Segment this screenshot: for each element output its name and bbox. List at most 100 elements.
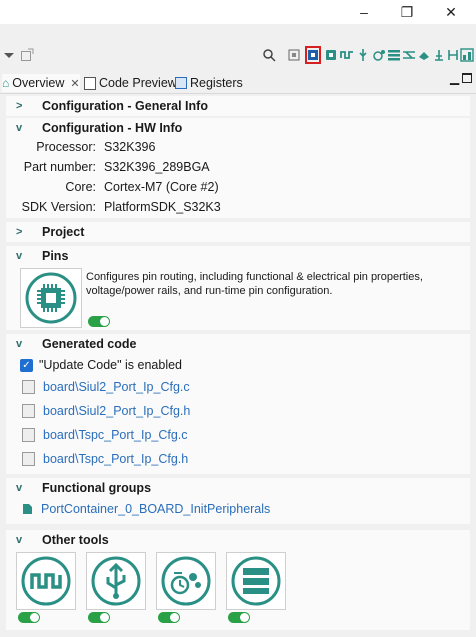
generated-file-item: board\Siul2_Port_Ip_Cfg.c [22,380,190,394]
registers-tool-card[interactable] [226,552,286,610]
generated-file-item: board\Tspc_Port_Ip_Cfg.h [22,452,188,466]
search-icon[interactable] [262,48,276,62]
other-tools-header[interactable]: v Other tools [16,533,109,547]
functional-groups-header[interactable]: v Functional groups [16,481,151,495]
chevron-down-icon: v [16,482,23,494]
anchor-icon[interactable] [432,48,446,62]
editor-tabs: ⌂ Overview ✕ Code Preview Registers ▁ [0,71,476,94]
file-icon [22,452,35,466]
functional-group-item: PortContainer_0_BOARD_InitPeripherals [22,502,270,516]
core-label: Core: [65,180,96,194]
tab-registers[interactable]: Registers [175,74,243,92]
new-window-icon[interactable] [20,48,34,62]
restore-button[interactable]: ❐ [397,2,417,22]
file-icon [22,428,35,442]
processor-value: S32K396 [104,140,156,154]
generated-code-header[interactable]: v Generated code [16,337,136,351]
stack-icon[interactable] [387,48,401,62]
part-number-value: S32K396_289BGA [104,160,210,174]
section-title: Configuration - General Info [42,99,208,113]
code-icon [84,76,96,90]
generated-file-link[interactable]: board\Siul2_Port_Ip_Cfg.h [43,404,190,418]
update-code-label: "Update Code" is enabled [39,358,182,372]
sdk-version-value: PlatformSDK_S32K3 [104,200,221,214]
waveform-icon[interactable] [340,48,354,62]
section-generated-code: v Generated code ✓ "Update Code" is enab… [6,334,470,474]
tab-overview[interactable]: ⌂ Overview ✕ [2,74,80,92]
minimize-button[interactable]: – [354,2,374,22]
usb-tool-icon [91,556,141,606]
tab-label: Overview [12,76,65,90]
chevron-right-icon: > [16,226,23,238]
section-pins: v Pins Configures pin routing, including… [6,246,470,330]
other-tools-row [16,552,476,624]
pins-tool-card[interactable] [20,268,82,328]
generated-file-link[interactable]: board\Tspc_Port_Ip_Cfg.c [43,428,188,442]
section-title: Pins [42,249,69,263]
update-code-row: ✓ "Update Code" is enabled [20,358,182,372]
registers-tool-icon [231,556,281,606]
clocks-tool-icon [161,556,211,606]
update-code-checkbox[interactable]: ✓ [20,358,33,372]
hw-info-header[interactable]: v Configuration - HW Info [16,121,182,135]
section-hw-info: v Configuration - HW Info Processor: S32… [6,118,470,218]
section-title: Project [42,225,85,239]
usb-tool-card[interactable] [86,552,146,610]
usb-toggle[interactable] [88,612,110,623]
section-project[interactable]: > Project [6,222,470,242]
chevron-down-icon: v [16,250,23,262]
section-title: Configuration - HW Info [42,121,183,135]
chart-grid-icon[interactable] [460,48,474,62]
peripherals-tool-card[interactable] [16,552,76,610]
peripheral-chip-icon[interactable] [324,48,338,62]
chevron-right-icon: > [16,100,23,112]
overview-content: > Configuration - General Info v Configu… [6,94,470,637]
close-tab-icon[interactable]: ✕ [70,77,79,90]
core-value: Cortex-M7 (Core #2) [104,180,219,194]
dropdown-arrow-icon[interactable] [2,48,16,62]
peripherals-tool-icon [21,556,71,606]
clocks-tool-card[interactable] [156,552,216,610]
part-number-label: Part number: [23,160,96,174]
processor-label: Processor: [36,140,96,154]
tree-icon[interactable] [446,48,460,62]
chip-config-icon[interactable] [287,48,301,62]
section-other-tools: v Other tools [6,530,470,630]
tab-label: Code Preview [99,76,177,90]
close-button[interactable]: ✕ [441,2,461,22]
registers-toggle[interactable] [228,612,250,623]
generated-file-item: board\Siul2_Port_Ip_Cfg.h [22,404,190,418]
tab-code-preview[interactable]: Code Preview [84,74,177,92]
file-icon [22,380,35,394]
chevron-down-icon: v [16,338,23,350]
clocks-toggle[interactable] [158,612,180,623]
section-title: Functional groups [42,481,152,495]
chevron-down-icon: v [16,122,23,134]
sdk-version-label: SDK Version: [21,200,96,214]
generated-file-link[interactable]: board\Tspc_Port_Ip_Cfg.h [43,452,188,466]
pins-header[interactable]: v Pins [16,249,68,263]
chevron-down-icon: v [16,534,23,546]
file-icon [22,404,35,418]
functional-group-link[interactable]: PortContainer_0_BOARD_InitPeripherals [41,502,270,516]
usb-icon[interactable] [356,48,370,62]
section-title: Other tools [42,533,109,547]
pins-enable-toggle[interactable] [88,316,110,327]
section-functional-groups: v Functional groups PortContainer_0_BOAR… [6,478,470,524]
tab-label: Registers [190,76,243,90]
maximize-view-icon[interactable] [462,73,472,83]
pins-tool-button[interactable] [305,46,321,64]
pins-description: Configures pin routing, including functi… [86,271,423,297]
generated-file-item: board\Tspc_Port_Ip_Cfg.c [22,428,188,442]
peripherals-toggle[interactable] [18,612,40,623]
clock-gear-icon[interactable] [372,48,386,62]
generated-file-link[interactable]: board\Siul2_Port_Ip_Cfg.c [43,380,190,394]
minimize-view-icon[interactable]: ▁ [450,71,459,85]
section-general-info[interactable]: > Configuration - General Info [6,96,470,116]
registers-icon [175,77,187,89]
window-titlebar: – ❐ ✕ [0,0,476,24]
section-title: Generated code [42,337,137,351]
pins-chip-icon [25,272,77,324]
component-icon[interactable] [417,48,431,62]
routing-icon[interactable] [402,48,416,62]
